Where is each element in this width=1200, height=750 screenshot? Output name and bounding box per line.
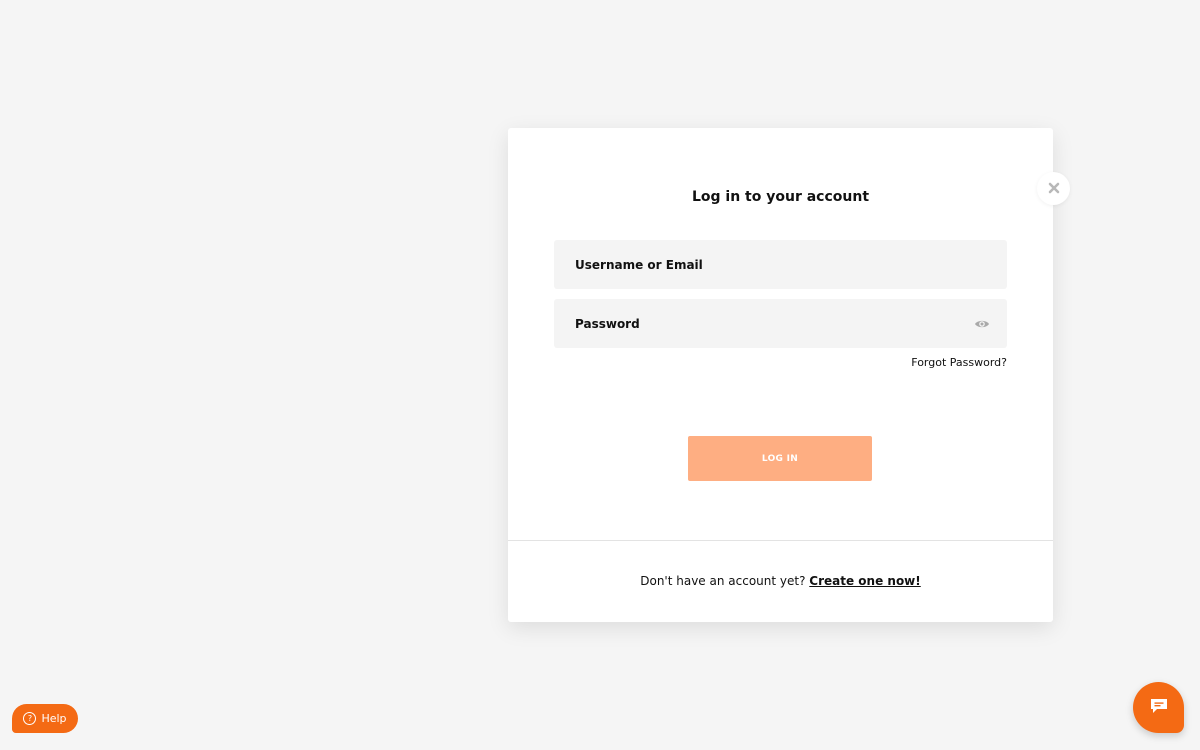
password-field[interactable] [554,299,1007,348]
help-button[interactable]: ? Help [12,704,78,733]
help-label: Help [41,712,67,725]
login-page: Log in to your account Forgot Password? … [0,0,1200,750]
modal-divider [508,540,1053,541]
login-button[interactable]: LOG IN [688,436,872,481]
chat-button[interactable] [1133,682,1184,733]
question-circle-icon: ? [23,712,37,725]
username-field[interactable] [554,240,1007,289]
modal-title: Log in to your account [691,189,870,205]
chat-bubble-icon [1150,698,1168,718]
create-account-link[interactable]: Create one now! [809,574,920,588]
password-input[interactable] [554,299,1007,348]
close-button[interactable] [1037,172,1070,205]
signup-prompt: Don't have an account yet? Create one no… [508,574,1053,588]
forgot-password-link[interactable]: Forgot Password? [911,356,1007,369]
no-account-text: Don't have an account yet? [640,574,806,588]
eye-icon[interactable] [974,316,990,332]
close-icon [1048,179,1060,198]
login-modal: Log in to your account Forgot Password? … [508,128,1053,622]
username-input[interactable] [554,240,1007,289]
